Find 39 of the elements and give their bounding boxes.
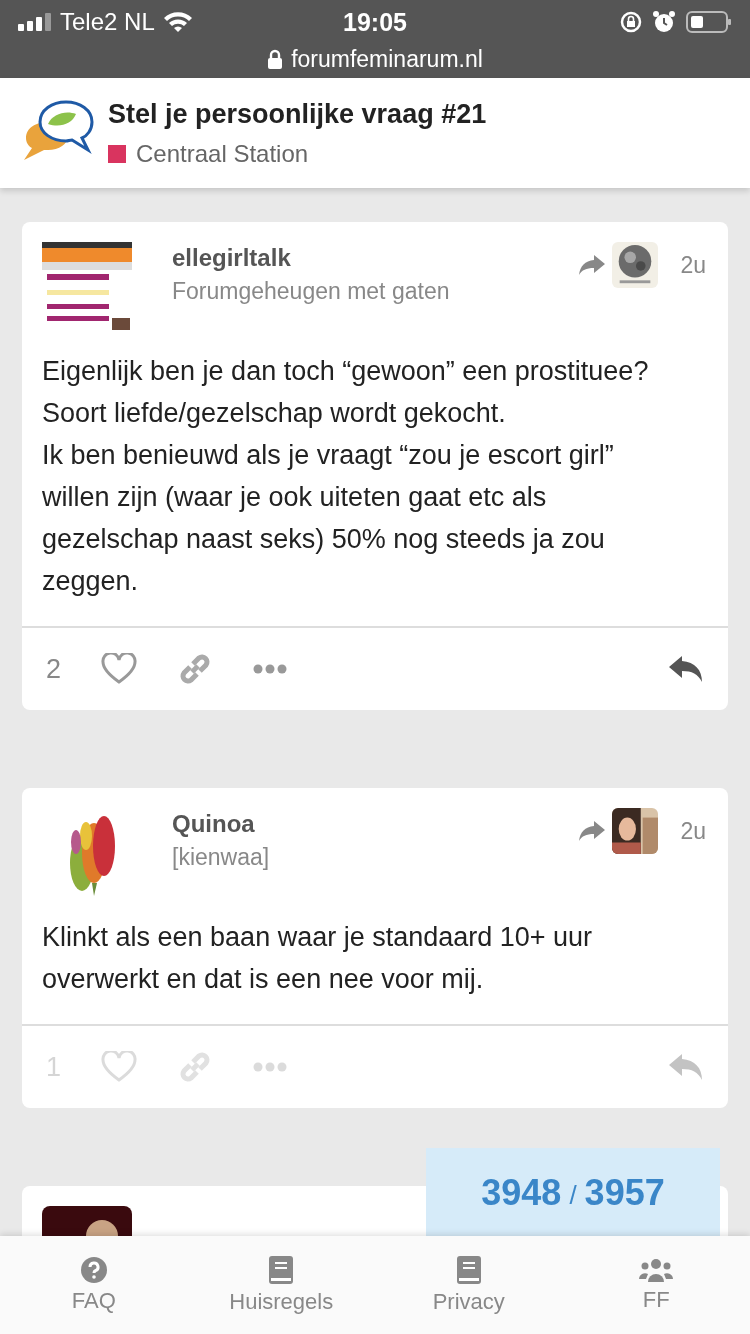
carrier-name: Tele2 NL [60,8,155,36]
nav-item[interactable]: Huisregels [187,1236,375,1334]
lock-icon [267,49,284,69]
total-post-number: 3957 [584,1172,665,1214]
separator: / [569,1179,577,1211]
nav-item[interactable]: FAQ [0,1236,188,1334]
signal-icon [18,13,52,31]
nav-item[interactable]: FF [562,1236,750,1334]
post-text: Ik ben benieuwd als je vraagt “zou je escort girl” willen zijn (waar je ook uiteten gaat etc als gezelschap naast seks) 50% nog steeds ja zou zeggen. [42,439,615,598]
users-icon [639,1257,674,1283]
more-icon[interactable] [253,664,288,674]
topic-title: Stel je persoonlijke vraag #21 [108,98,487,130]
help-icon [79,1256,108,1284]
post-text: Klinkt als een baan waar je standaard 10+ uur overwerkt en dat is een nee voor mij. [42,921,594,996]
username[interactable]: Quinoa [172,810,539,838]
book-icon [268,1255,295,1285]
user-title: [kienwaa] [172,844,271,871]
post-time: 2u [680,817,706,845]
clock-time: 19:05 [343,7,407,37]
url-text[interactable]: forumfeminarum.nl [291,45,483,73]
progress-indicator[interactable]: 3948 / 3957 [426,1148,720,1236]
share-arrow-icon[interactable] [578,253,607,277]
battery-icon [686,11,732,33]
post-time: 2u [680,251,706,279]
user-title: Forumgeheugen met gaten [172,278,451,305]
category-link[interactable]: Centraal Station [136,139,309,168]
reply-icon[interactable] [668,654,704,684]
wifi-icon [162,11,193,33]
nav-item[interactable]: Privacy [375,1236,563,1334]
heart-icon[interactable] [101,653,138,685]
rotation-lock-icon [620,11,642,33]
post-text: Soort liefde/gezelschap wordt gekocht. [42,397,507,430]
like-count: 2 [46,653,62,685]
share-arrow-icon[interactable] [578,819,607,843]
post-text: Eigenlijk ben je dan toch “gewoon” een prostituee? [42,355,650,388]
alarm-icon [652,10,676,34]
username[interactable]: ellegirltalk [172,244,539,272]
book-icon [455,1255,482,1285]
current-post-number: 3948 [481,1172,562,1214]
